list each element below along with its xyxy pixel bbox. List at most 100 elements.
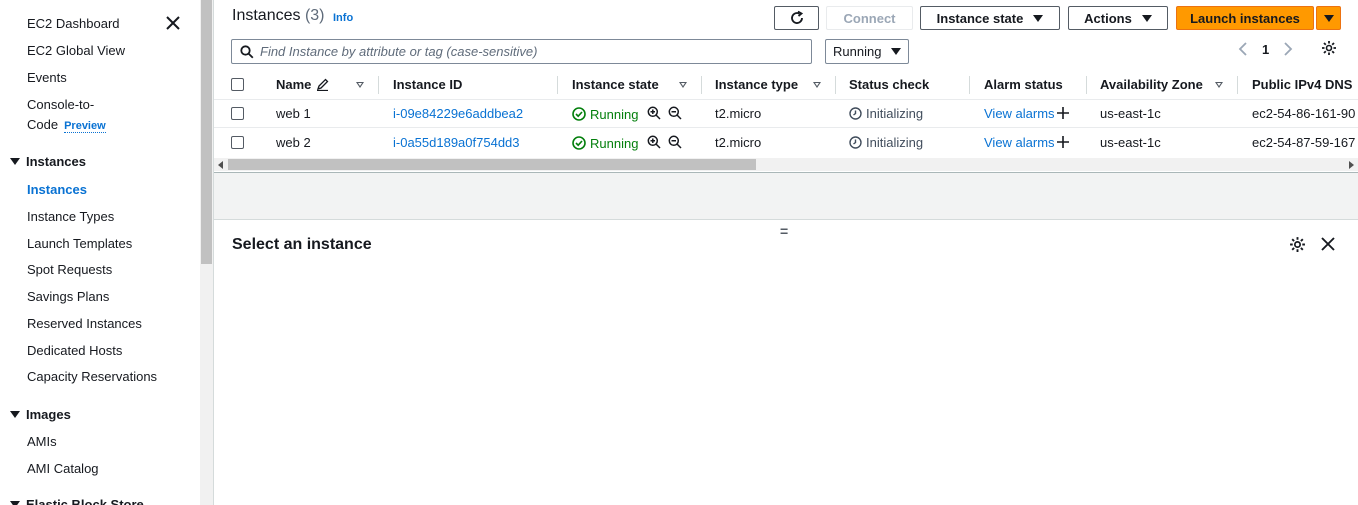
cell-status-check: Initializing <box>849 103 923 123</box>
zoom-in-icon[interactable] <box>647 135 661 149</box>
cell-availability-zone: us-east-1c <box>1100 134 1161 150</box>
actions-label: Actions <box>1084 10 1132 26</box>
sidebar-item-events[interactable]: Events <box>27 70 67 85</box>
column-header-instance-id[interactable]: Instance ID <box>393 70 462 99</box>
cell-instance-state: Running <box>572 133 638 153</box>
sort-icon[interactable] <box>356 82 364 88</box>
launch-instances-button[interactable]: Launch instances <box>1176 6 1314 30</box>
gear-icon[interactable] <box>1289 236 1306 253</box>
caret-down-icon <box>10 501 20 505</box>
drag-handle-icon[interactable]: = <box>780 223 788 239</box>
state-label: Running <box>590 135 639 151</box>
cell-view-alarms-link[interactable]: View alarms <box>984 132 1055 152</box>
chevron-left-icon[interactable] <box>1238 42 1248 56</box>
preview-badge[interactable]: Preview <box>64 120 106 133</box>
sidebar-item-spot-requests[interactable]: Spot Requests <box>27 262 112 277</box>
row-checkbox[interactable] <box>231 107 244 120</box>
column-header-instance-type[interactable]: Instance type <box>715 70 798 99</box>
sort-icon[interactable] <box>679 82 687 88</box>
sidebar-section-elastic-block-store[interactable]: Elastic Block Store <box>10 497 144 505</box>
search-input[interactable] <box>260 42 800 61</box>
chevron-right-icon[interactable] <box>1283 42 1293 56</box>
caret-down-icon <box>10 158 20 165</box>
clock-icon <box>849 135 862 149</box>
check-circle-icon <box>572 107 586 121</box>
column-header-availability-zone[interactable]: Availability Zone <box>1100 70 1203 99</box>
sidebar-item-console-to-code-line2[interactable]: Code Preview <box>27 117 106 133</box>
column-title: Name <box>276 77 312 92</box>
sidebar-item-ami-catalog[interactable]: AMI Catalog <box>27 461 99 476</box>
sort-icon[interactable] <box>813 82 821 88</box>
sidebar-item-amis[interactable]: AMIs <box>27 434 57 449</box>
column-header-public-ipv4-dns[interactable]: Public IPv4 DNS <box>1252 70 1352 99</box>
launch-instances-dropdown[interactable] <box>1316 6 1341 30</box>
cell-view-alarms-link[interactable]: View alarms <box>984 103 1055 123</box>
zoom-out-icon[interactable] <box>668 106 682 120</box>
cell-public-dns: ec2-54-86-161-90 <box>1252 105 1356 121</box>
column-separator <box>1086 76 1087 94</box>
scroll-right-icon[interactable] <box>1349 161 1354 169</box>
sidebar-scrollbar-thumb[interactable] <box>201 0 212 264</box>
plus-icon[interactable] <box>1057 136 1069 148</box>
sidebar-item-dedicated-hosts[interactable]: Dedicated Hosts <box>27 343 122 358</box>
column-header-alarm-status[interactable]: Alarm status <box>984 70 1063 99</box>
cell-name: web 1 <box>276 105 311 121</box>
plus-icon[interactable] <box>1057 107 1069 119</box>
scroll-left-icon[interactable] <box>218 161 223 169</box>
column-separator <box>701 76 702 94</box>
cell-instance-id-link[interactable]: i-0a55d189a0f754dd3 <box>393 132 520 152</box>
sidebar-item-label: Code <box>27 117 59 132</box>
sidebar-navigation: EC2 Dashboard EC2 Global View Events Con… <box>0 0 200 505</box>
sidebar-item-launch-templates[interactable]: Launch Templates <box>27 236 132 251</box>
sidebar-item-ec2-global-view[interactable]: EC2 Global View <box>27 43 125 58</box>
gear-icon[interactable] <box>1321 40 1337 56</box>
select-all-checkbox[interactable] <box>231 78 244 91</box>
page-title: Instances (3) <box>232 7 325 25</box>
actions-dropdown[interactable]: Actions <box>1068 6 1168 30</box>
pencil-icon <box>317 78 329 91</box>
table-scrollbar-thumb[interactable] <box>228 159 756 170</box>
caret-down-icon <box>1033 14 1044 22</box>
sidebar-item-savings-plans[interactable]: Savings Plans <box>27 289 109 304</box>
sort-icon[interactable] <box>1215 82 1223 88</box>
sidebar-item-ec2-dashboard[interactable]: EC2 Dashboard <box>27 16 120 31</box>
close-icon[interactable] <box>1320 236 1336 252</box>
sidebar-item-instance-types[interactable]: Instance Types <box>27 209 114 224</box>
split-panel-gap <box>214 173 1358 219</box>
sidebar-section-instances[interactable]: Instances <box>10 154 86 169</box>
cell-instance-id-link[interactable]: i-09e84229e6addbea2 <box>393 103 523 123</box>
zoom-in-icon[interactable] <box>647 106 661 120</box>
refresh-button[interactable] <box>774 6 819 30</box>
connect-button[interactable]: Connect <box>826 6 913 30</box>
instance-count: (3) <box>304 7 325 24</box>
cell-public-dns: ec2-54-87-59-167 <box>1252 134 1356 150</box>
cell-status-check: Initializing <box>849 132 923 152</box>
sidebar-section-images[interactable]: Images <box>10 407 71 422</box>
current-page[interactable]: 1 <box>1262 42 1269 57</box>
page-title-text: Instances <box>232 7 301 24</box>
sidebar-item-instances[interactable]: Instances <box>27 182 87 197</box>
state-filter-select[interactable]: Running <box>825 39 909 64</box>
cell-instance-type: t2.micro <box>715 105 762 121</box>
search-icon <box>240 45 254 59</box>
split-panel-border <box>214 219 1358 220</box>
sidebar-item-console-to-code[interactable]: Console-to- <box>27 97 94 112</box>
sidebar-item-reserved-instances[interactable]: Reserved Instances <box>27 316 142 331</box>
state-filter-value: Running <box>833 44 882 59</box>
refresh-icon <box>790 10 803 24</box>
column-header-name[interactable]: Name <box>276 70 329 99</box>
search-field[interactable] <box>231 39 812 64</box>
column-header-status-check[interactable]: Status check <box>849 70 929 99</box>
cell-name: web 2 <box>276 134 311 150</box>
row-checkbox[interactable] <box>231 136 244 149</box>
sidebar-item-capacity-reservations[interactable]: Capacity Reservations <box>27 369 157 384</box>
column-header-instance-state[interactable]: Instance state <box>572 70 659 99</box>
close-icon[interactable] <box>164 14 182 32</box>
instances-table: Name Instance ID Instance state Instance… <box>214 70 1358 158</box>
zoom-out-icon[interactable] <box>668 135 682 149</box>
info-link[interactable]: Info <box>333 12 353 24</box>
instance-state-dropdown[interactable]: Instance state <box>920 6 1060 30</box>
column-separator <box>378 76 379 94</box>
column-separator <box>1237 76 1238 94</box>
clock-icon <box>849 106 862 120</box>
